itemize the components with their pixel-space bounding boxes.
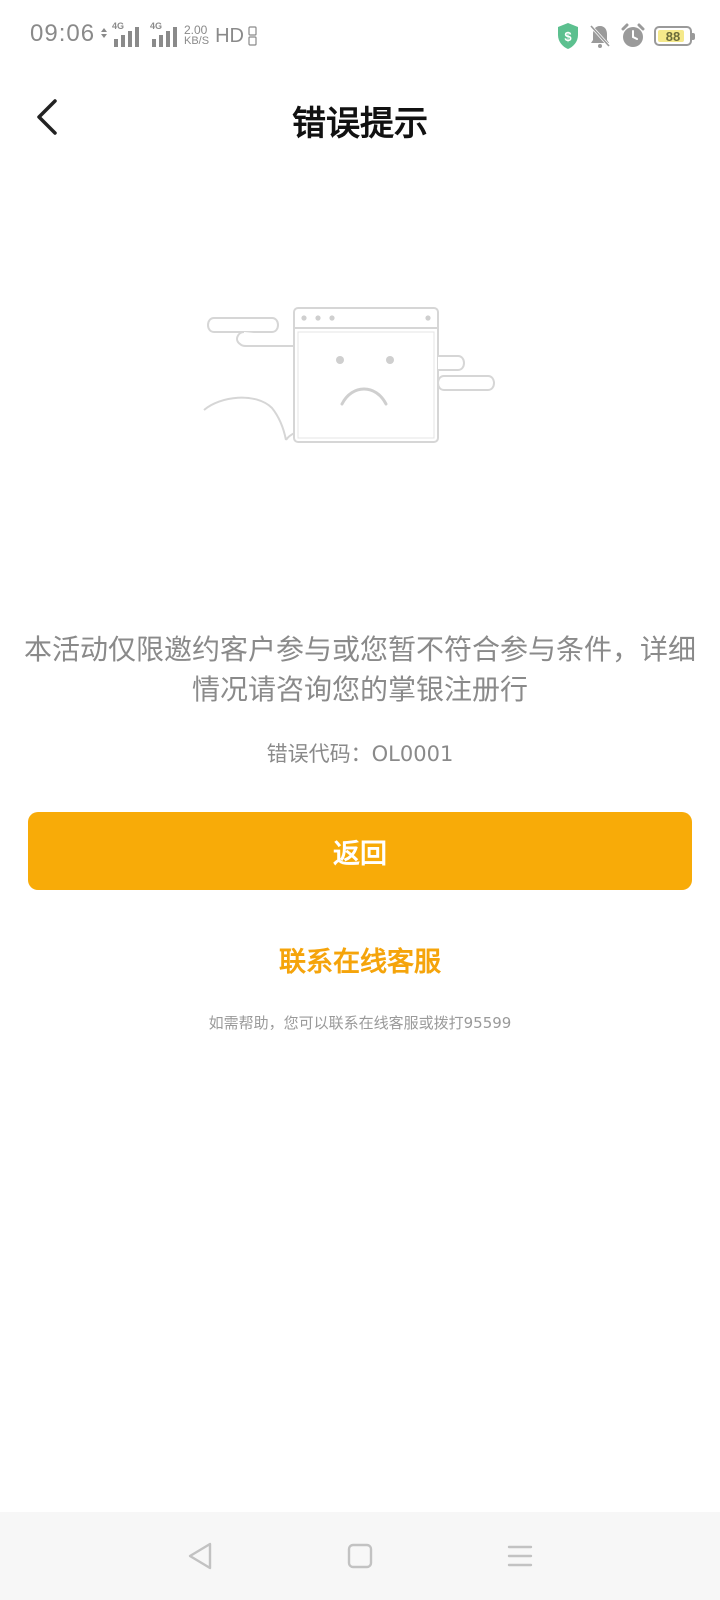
nav-back-icon (188, 1542, 212, 1570)
speed-unit: KB/S (184, 35, 210, 47)
help-text: 如需帮助，您可以联系在线客服或拨打95599 (208, 1014, 512, 1032)
signal-group-2: 4G (150, 21, 178, 49)
status-time: 09:06 (30, 20, 96, 47)
page-title: 错误提示 (292, 104, 428, 144)
network-type-1: 4G (112, 21, 125, 31)
contact-online-service-link[interactable]: 联系在线客服 (0, 940, 720, 979)
screen: 09:06 4G 4G 2.00 KB/S HD $ 88 错误提示 本活动仅限… (0, 0, 720, 1600)
nav-home-button[interactable] (340, 1536, 380, 1576)
nav-menu-button[interactable] (500, 1536, 540, 1576)
nav-back-button[interactable] (180, 1536, 220, 1576)
sad-browser-window-icon (203, 307, 495, 443)
mute-bell-icon (589, 24, 611, 48)
status-bar: 09:06 4G 4G 2.00 KB/S HD $ 88 (0, 0, 720, 72)
battery-icon: 88 (654, 26, 695, 46)
battery-level: 88 (665, 28, 681, 44)
signal-group-1: 4G (112, 21, 140, 49)
network-speed: 2.00 KB/S (184, 24, 210, 47)
status-system-group: $ 88 (556, 20, 695, 52)
network-type-2: 4G (150, 21, 163, 31)
error-code: 错误代码：OL0001 (266, 742, 454, 766)
header-bar: 错误提示 (0, 72, 720, 172)
nav-home-icon (347, 1543, 373, 1569)
sim-icon (248, 26, 257, 46)
return-button[interactable]: 返回 (28, 812, 692, 890)
data-arrows-icon (101, 28, 107, 38)
status-network-group: 4G 4G 2.00 KB/S HD (100, 21, 257, 50)
hd-label: HD (215, 24, 244, 47)
alarm-clock-icon (621, 23, 645, 47)
nav-menu-icon (507, 1545, 533, 1567)
svg-text:$: $ (564, 29, 572, 44)
security-shield-icon: $ (558, 23, 578, 49)
system-nav-bar (0, 1512, 720, 1600)
error-message: 本活动仅限邀约客户参与或您暂不符合参与条件，详细情况请咨询您的掌银注册行 (24, 633, 697, 706)
